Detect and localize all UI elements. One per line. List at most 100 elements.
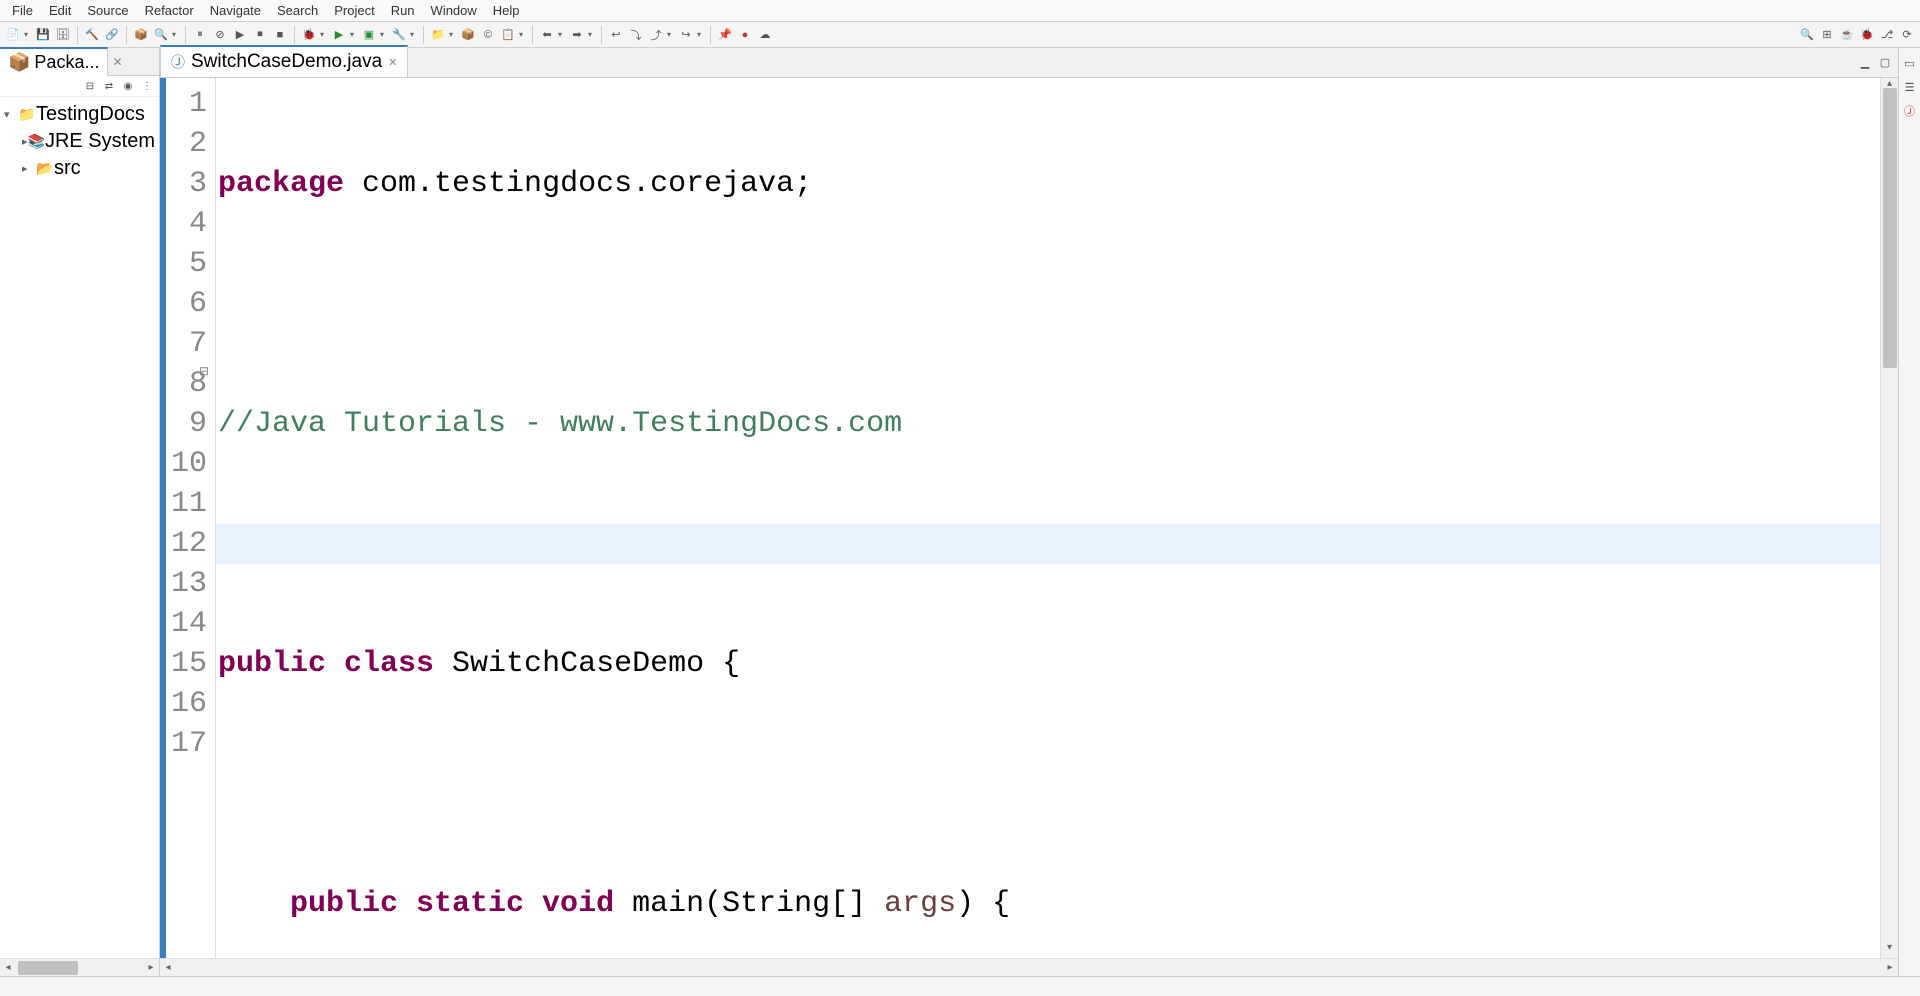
line-number: 1 [166, 84, 207, 124]
stop-button[interactable]: ● [736, 26, 754, 44]
package-explorer-tab[interactable]: 📦 Packa... [0, 47, 108, 76]
scroll-right-icon[interactable]: ▸ [1882, 962, 1898, 973]
dropdown-icon[interactable]: ▾ [380, 30, 388, 39]
expander-icon[interactable]: ▸ [22, 162, 36, 175]
code-editor[interactable]: package com.testingdocs.corejava; //Java… [216, 78, 1880, 958]
line-number: 5 [166, 244, 207, 284]
suspend-button[interactable]: ⏹ [251, 26, 269, 44]
coverage-button[interactable]: ▣ [360, 26, 378, 44]
run-button[interactable]: ▶ [330, 26, 348, 44]
terminate-button[interactable]: ■ [271, 26, 289, 44]
tree-project-root[interactable]: ▾ 📁 TestingDocs [0, 101, 159, 128]
menu-edit[interactable]: Edit [41, 1, 79, 20]
pkg-horizontal-scrollbar[interactable]: ◂ ▸ [0, 958, 159, 976]
minimize-view-button[interactable]: ▁ [1856, 54, 1874, 72]
editor-vertical-scrollbar[interactable]: ▴ ▾ [1880, 78, 1898, 958]
prev-annotation-button[interactable]: ⤴ [647, 26, 665, 44]
skip-breakpoints-button[interactable]: ⊘ [211, 26, 229, 44]
package-explorer-tab-label: Packa... [34, 52, 99, 73]
tree-src-folder[interactable]: ▸ 📂 src [0, 155, 159, 182]
separator [77, 26, 78, 44]
dropdown-icon[interactable]: ▾ [350, 30, 358, 39]
dropdown-icon[interactable]: ▾ [320, 30, 328, 39]
save-all-button[interactable]: 🗄 [54, 26, 72, 44]
dropdown-icon[interactable]: ▾ [24, 30, 32, 39]
dropdown-icon[interactable]: ▾ [519, 30, 527, 39]
maximize-view-button[interactable]: ▢ [1876, 54, 1894, 72]
line-number: 16 [166, 684, 207, 724]
dropdown-icon[interactable]: ▾ [172, 30, 180, 39]
line-number: 7 [166, 324, 207, 364]
fold-marker-icon[interactable]: ⊟ [198, 364, 210, 378]
editor-horizontal-scrollbar[interactable]: ◂ ▸ [160, 958, 1898, 976]
debug-button[interactable]: 🐞 [300, 26, 318, 44]
menu-navigate[interactable]: Navigate [202, 1, 269, 20]
dropdown-icon[interactable]: ▾ [667, 30, 675, 39]
dropdown-icon[interactable]: ▾ [697, 30, 705, 39]
last-edit-button[interactable]: ↩ [607, 26, 625, 44]
scroll-track[interactable] [176, 959, 1882, 976]
pin-button[interactable]: 📌 [716, 26, 734, 44]
outline-view-button[interactable]: ☰ [1901, 78, 1919, 96]
scroll-right-icon[interactable]: ▸ [143, 962, 159, 973]
collapse-all-button[interactable]: ⊟ [82, 78, 98, 94]
view-menu-button[interactable]: ⋮ [139, 78, 155, 94]
close-view-button[interactable]: ✕ [108, 55, 126, 69]
toggle-breakpoint-button[interactable]: ⏸ [191, 26, 209, 44]
focus-task-button[interactable]: ◉ [120, 78, 136, 94]
close-tab-button[interactable]: ✕ [388, 56, 397, 69]
debug-perspective-button[interactable]: 🐞 [1858, 26, 1876, 44]
new-button[interactable]: 📄 [4, 26, 22, 44]
dropdown-icon[interactable]: ▾ [410, 30, 418, 39]
code-keyword: public class [218, 647, 434, 681]
scroll-track[interactable] [16, 959, 143, 976]
open-perspective-button[interactable]: ⊞ [1818, 26, 1836, 44]
scroll-left-icon[interactable]: ◂ [160, 962, 176, 973]
search-button[interactable]: 🔍 [152, 26, 170, 44]
link-button[interactable]: 🔗 [103, 26, 121, 44]
scroll-thumb[interactable] [1883, 88, 1897, 368]
dropdown-icon[interactable]: ▾ [588, 30, 596, 39]
editor-tab-active[interactable]: Ⓙ SwitchCaseDemo.java ✕ [160, 45, 408, 77]
menu-help[interactable]: Help [485, 1, 528, 20]
open-type-button[interactable]: 📦 [132, 26, 150, 44]
package-explorer-tab-bar: 📦 Packa... ✕ [0, 48, 159, 76]
new-package-button[interactable]: 📦 [459, 26, 477, 44]
menu-source[interactable]: Source [79, 1, 136, 20]
editor-tab-label: SwitchCaseDemo.java [191, 51, 382, 73]
junit-view-button[interactable]: Ⓙ [1901, 102, 1919, 120]
scroll-left-icon[interactable]: ◂ [0, 962, 16, 973]
menu-run[interactable]: Run [383, 1, 423, 20]
next-annotation-button[interactable]: ⤵ [627, 26, 645, 44]
next-button[interactable]: ↪ [677, 26, 695, 44]
cloud-button[interactable]: ☁ [756, 26, 774, 44]
expander-icon[interactable]: ▾ [4, 108, 18, 121]
build-button[interactable]: 🔨 [83, 26, 101, 44]
menu-project[interactable]: Project [326, 1, 382, 20]
menu-file[interactable]: File [4, 1, 41, 20]
quick-access-icon[interactable]: 🔍 [1798, 26, 1816, 44]
dropdown-icon[interactable]: ▾ [449, 30, 457, 39]
java-perspective-button[interactable]: ☕ [1838, 26, 1856, 44]
menu-refactor[interactable]: Refactor [137, 1, 202, 20]
scroll-down-icon[interactable]: ▾ [1881, 942, 1898, 958]
scroll-thumb[interactable] [18, 961, 78, 975]
git-perspective-button[interactable]: ⎇ [1878, 26, 1896, 44]
forward-button[interactable]: ➡ [568, 26, 586, 44]
tree-jre-library[interactable]: ▸ 📚 JRE System [0, 128, 159, 155]
save-button[interactable]: 💾 [34, 26, 52, 44]
new-java-project-button[interactable]: 📁 [429, 26, 447, 44]
back-button[interactable]: ⬅ [538, 26, 556, 44]
menu-search[interactable]: Search [269, 1, 326, 20]
source-folder-icon: 📂 [36, 160, 54, 177]
refresh-button[interactable]: ⟳ [1898, 26, 1916, 44]
menu-window[interactable]: Window [423, 1, 485, 20]
new-class-button[interactable]: © [479, 26, 497, 44]
restore-view-button[interactable]: ▭ [1901, 54, 1919, 72]
link-editor-button[interactable]: ⇄ [101, 78, 117, 94]
open-task-button[interactable]: 📋 [499, 26, 517, 44]
code-text: SwitchCaseDemo { [434, 647, 740, 681]
external-tools-button[interactable]: 🔧 [390, 26, 408, 44]
dropdown-icon[interactable]: ▾ [558, 30, 566, 39]
resume-button[interactable]: ▶ [231, 26, 249, 44]
